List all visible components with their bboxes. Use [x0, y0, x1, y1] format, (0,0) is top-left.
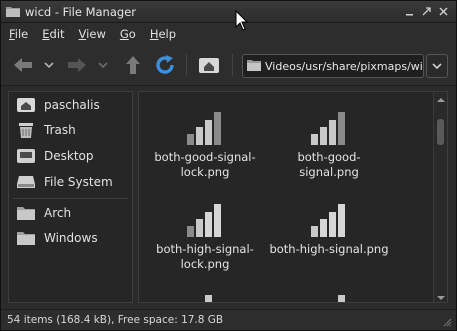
signal-high-icon — [185, 202, 225, 238]
home-folder-icon — [15, 96, 37, 114]
signal-icon — [185, 294, 225, 302]
sidebar-item-label: File System — [44, 175, 113, 189]
menu-edit[interactable]: Edit — [42, 27, 64, 41]
status-text: 54 items (168.4 kB), Free space: 17.8 GB — [7, 314, 224, 326]
location-path: Videos/usr/share/pixmaps/wicd — [265, 59, 424, 73]
window-title: wicd - File Manager — [25, 5, 136, 19]
sidebar-item-desktop[interactable]: Desktop — [15, 145, 94, 167]
forward-arrow-icon[interactable] — [65, 53, 89, 77]
file-name-line1: both-good-signal- — [154, 150, 256, 164]
chevron-down-icon[interactable] — [41, 53, 57, 77]
desktop-icon — [15, 147, 37, 165]
status-bar: 54 items (168.4 kB), Free space: 17.8 GB — [1, 309, 456, 330]
file-item[interactable]: both-good-signal- lock.png — [140, 110, 270, 180]
back-arrow-icon[interactable] — [11, 53, 35, 77]
menu-bar: File Edit View Go Help — [1, 23, 456, 44]
file-view: both-good-signal- lock.png both-good- si… — [138, 91, 448, 303]
signal-high-icon — [309, 202, 349, 238]
location-bar[interactable]: Videos/usr/share/pixmaps/wicd — [242, 54, 424, 78]
menu-file[interactable]: File — [9, 27, 28, 41]
reload-icon[interactable] — [152, 53, 178, 77]
minimize-icon[interactable] — [403, 5, 416, 18]
sidebar-item-paschalis[interactable]: paschalis — [15, 94, 100, 116]
sidebar-divider — [13, 198, 128, 199]
maximize-icon[interactable] — [420, 5, 433, 18]
drive-icon — [15, 173, 37, 191]
location-dropdown-button[interactable] — [426, 54, 448, 78]
signal-icon — [309, 294, 349, 302]
sidebar-item-label: Desktop — [44, 149, 94, 163]
file-item-partial[interactable] — [140, 294, 270, 302]
chevron-down-icon — [432, 60, 442, 73]
sidebar-item-arch[interactable]: Arch — [15, 202, 71, 224]
folder-icon — [247, 59, 261, 74]
trash-icon — [15, 121, 37, 139]
file-name-line2: lock.png — [180, 257, 230, 271]
file-name-line2: lock.png — [180, 165, 230, 179]
resize-grip-icon[interactable] — [442, 317, 452, 327]
file-name-line1: both-good- — [297, 150, 361, 164]
file-name-line1: both-high-signal- — [156, 242, 254, 256]
scroll-up-icon[interactable] — [437, 94, 445, 102]
vertical-scrollbar[interactable] — [433, 92, 447, 302]
file-name-line2: signal.png — [299, 165, 359, 179]
up-arrow-icon[interactable] — [121, 53, 145, 77]
file-item[interactable]: both-good- signal.png — [264, 110, 394, 180]
sidebar-item-label: Windows — [44, 231, 98, 245]
sidebar-item-file-system[interactable]: File System — [15, 171, 113, 193]
folder-icon — [15, 229, 37, 247]
menu-view[interactable]: View — [79, 27, 106, 41]
file-name-line1: both-high-signal.png — [269, 242, 389, 256]
sidebar-item-label: Arch — [44, 206, 72, 220]
menu-help[interactable]: Help — [150, 27, 176, 41]
sidebar-item-windows[interactable]: Windows — [15, 227, 98, 249]
home-icon[interactable] — [196, 53, 222, 77]
scroll-down-icon[interactable] — [437, 292, 445, 300]
side-pane: paschalis Trash Desktop File System Arch… — [8, 91, 133, 303]
mouse-cursor-icon — [235, 9, 249, 32]
file-item[interactable]: both-high-signal.png — [264, 202, 394, 257]
signal-good-icon — [185, 110, 225, 146]
title-bar[interactable]: wicd - File Manager — [1, 1, 456, 23]
file-item[interactable]: both-high-signal- lock.png — [140, 202, 270, 272]
file-manager-window: wicd - File Manager File Edit View Go He… — [0, 0, 457, 331]
folder-icon — [15, 204, 37, 222]
menu-go[interactable]: Go — [120, 27, 136, 41]
scrollbar-thumb[interactable] — [437, 119, 444, 145]
folder-icon — [6, 5, 20, 17]
sidebar-item-label: paschalis — [44, 98, 100, 112]
signal-good-icon — [309, 110, 349, 146]
close-icon[interactable] — [437, 5, 450, 18]
sidebar-item-trash[interactable]: Trash — [15, 119, 76, 141]
sidebar-item-label: Trash — [44, 123, 76, 137]
chevron-down-icon[interactable] — [95, 53, 111, 77]
file-item-partial[interactable] — [264, 294, 394, 302]
